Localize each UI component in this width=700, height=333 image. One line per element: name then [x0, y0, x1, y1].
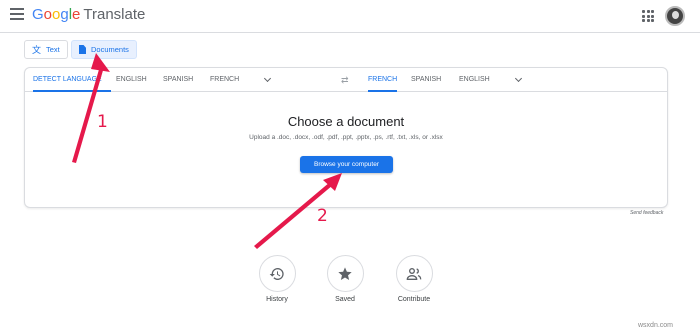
- browse-computer-button[interactable]: Browse your computer: [300, 156, 393, 173]
- target-lang-french[interactable]: FRENCH: [368, 68, 398, 92]
- source-lang-spanish[interactable]: SPANISH: [163, 68, 193, 92]
- text-mode-tab[interactable]: 文 Text: [24, 40, 68, 59]
- watermark: wsxdn.com: [638, 322, 674, 329]
- history-label: History: [266, 296, 288, 303]
- target-lang-spanish[interactable]: SPANISH: [411, 68, 441, 92]
- language-bar: DETECT LANGUAGE ENGLISH SPANISH FRENCH ⇄…: [25, 68, 667, 92]
- app-header: Google Translate: [0, 0, 700, 33]
- document-translate-card: DETECT LANGUAGE ENGLISH SPANISH FRENCH ⇄…: [24, 67, 668, 208]
- send-feedback-link[interactable]: Send feedback: [630, 210, 663, 216]
- product-name: Translate: [83, 6, 146, 23]
- history-button[interactable]: History: [252, 255, 302, 303]
- source-more-languages-chevron-icon[interactable]: [263, 68, 272, 92]
- text-tab-label: Text: [46, 45, 60, 54]
- google-apps-icon[interactable]: [642, 10, 654, 22]
- contribute-button[interactable]: Contribute: [389, 255, 439, 303]
- saved-circle: [326, 255, 364, 292]
- google-translate-logo[interactable]: Google Translate: [32, 6, 145, 23]
- star-icon: [338, 266, 352, 280]
- contribute-label: Contribute: [397, 296, 431, 303]
- step-number-1: 1: [97, 112, 108, 132]
- step-number-2: 2: [317, 206, 328, 226]
- history-circle: [258, 255, 296, 292]
- documents-mode-tab[interactable]: Documents: [71, 40, 137, 59]
- contribute-circle: [395, 255, 433, 292]
- supported-formats-text: Upload a .doc, .docx, .odf, .pdf, .ppt, …: [249, 134, 443, 141]
- swap-languages-icon[interactable]: ⇄: [341, 68, 349, 92]
- detect-language-tab[interactable]: DETECT LANGUAGE: [33, 68, 111, 92]
- translate-icon: 文: [32, 45, 42, 55]
- target-more-languages-chevron-icon[interactable]: [514, 68, 523, 92]
- target-lang-english[interactable]: ENGLISH: [459, 68, 490, 92]
- avatar[interactable]: [665, 6, 685, 26]
- hamburger-menu-icon[interactable]: [10, 8, 24, 22]
- history-icon: [269, 267, 284, 280]
- saved-label: Saved: [335, 296, 355, 303]
- document-icon: [79, 45, 86, 54]
- source-lang-english[interactable]: ENGLISH: [116, 68, 147, 92]
- saved-button[interactable]: Saved: [320, 255, 370, 303]
- source-lang-french[interactable]: FRENCH: [210, 68, 239, 92]
- documents-tab-label: Documents: [91, 45, 129, 54]
- contribute-icon: [406, 267, 422, 280]
- choose-document-title: Choose a document: [287, 114, 405, 129]
